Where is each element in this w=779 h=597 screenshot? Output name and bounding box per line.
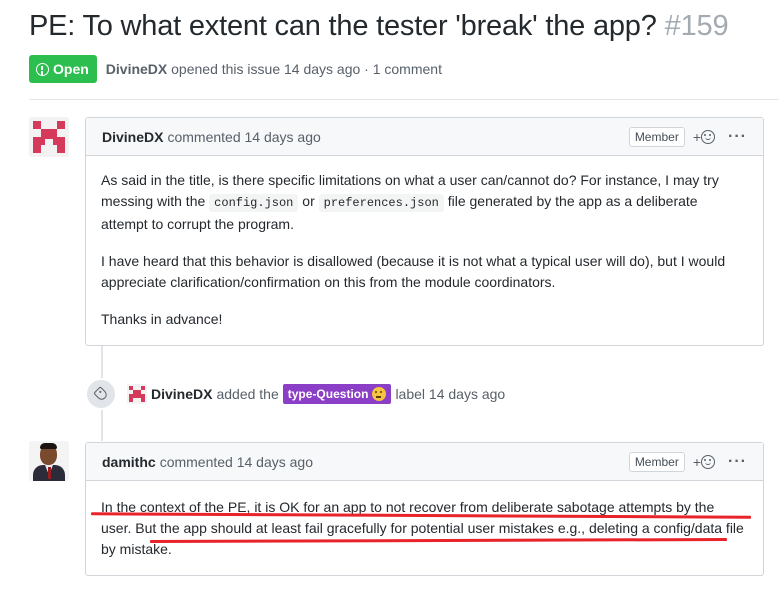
comment-2: damithc commented 14 days ago Member + ·… [85, 442, 764, 576]
state-label: Open [53, 61, 89, 77]
comment-author[interactable]: damithc [102, 454, 156, 470]
comment-timestamp[interactable]: commented 14 days ago [160, 454, 313, 470]
comment-paragraph: Thanks in advance! [101, 311, 223, 327]
more-options-button[interactable]: ··· [728, 128, 747, 146]
issue-title-text: PE: To what extent can the tester 'break… [29, 10, 657, 42]
avatar-divinedx[interactable] [29, 117, 69, 157]
thinking-face-icon [372, 387, 387, 401]
comment-paragraph: As said in the title, is there specific … [101, 172, 719, 232]
event-text-after[interactable]: label 14 days ago [395, 386, 505, 402]
member-badge: Member [628, 451, 685, 472]
add-reaction-button[interactable]: + [693, 454, 716, 470]
comment-body: As said in the title, is there specific … [86, 156, 763, 345]
event-actor[interactable]: DivineDX [151, 386, 212, 402]
header-divider [29, 99, 779, 100]
comment-header: DivineDX commented 14 days ago Member + … [86, 118, 763, 156]
add-reaction-button[interactable]: + [693, 129, 716, 145]
meta-rest: opened this issue 14 days ago · 1 commen… [171, 61, 442, 77]
comment-paragraph: In the context of the PE, it is OK for a… [101, 497, 748, 560]
code-preferences-json: preferences.json [318, 194, 444, 212]
comment-paragraph: I have heard that this behavior is disal… [101, 253, 726, 290]
mini-avatar-divinedx[interactable] [127, 384, 147, 404]
tag-badge [85, 378, 117, 410]
issue-opened-icon [36, 62, 49, 76]
comment-body: In the context of the PE, it is OK for a… [86, 481, 763, 575]
issue-number: #159 [664, 10, 729, 42]
smiley-icon [701, 454, 716, 469]
issue-meta: Open DivineDX opened this issue 14 days … [29, 55, 442, 83]
more-options-button[interactable]: ··· [728, 453, 747, 471]
comment-header: damithc commented 14 days ago Member + ·… [86, 443, 763, 481]
label-event: DivineDX added the type-Question label 1… [85, 378, 505, 410]
avatar-damithc[interactable] [29, 441, 69, 481]
comment-author[interactable]: DivineDX [102, 129, 163, 145]
state-badge: Open [29, 55, 97, 83]
member-badge: Member [628, 126, 685, 147]
issue-author-link[interactable]: DivineDX [106, 61, 167, 77]
tag-icon [93, 386, 109, 402]
event-text: added the [216, 386, 279, 402]
code-config-json: config.json [209, 194, 299, 212]
smiley-icon [701, 129, 716, 144]
comment-timestamp[interactable]: commented 14 days ago [167, 129, 320, 145]
comment-1: DivineDX commented 14 days ago Member + … [85, 117, 764, 346]
meta-text: DivineDX opened this issue 14 days ago ·… [106, 61, 442, 77]
issue-title: PE: To what extent can the tester 'break… [29, 10, 729, 43]
label-type-question[interactable]: type-Question [282, 384, 392, 404]
